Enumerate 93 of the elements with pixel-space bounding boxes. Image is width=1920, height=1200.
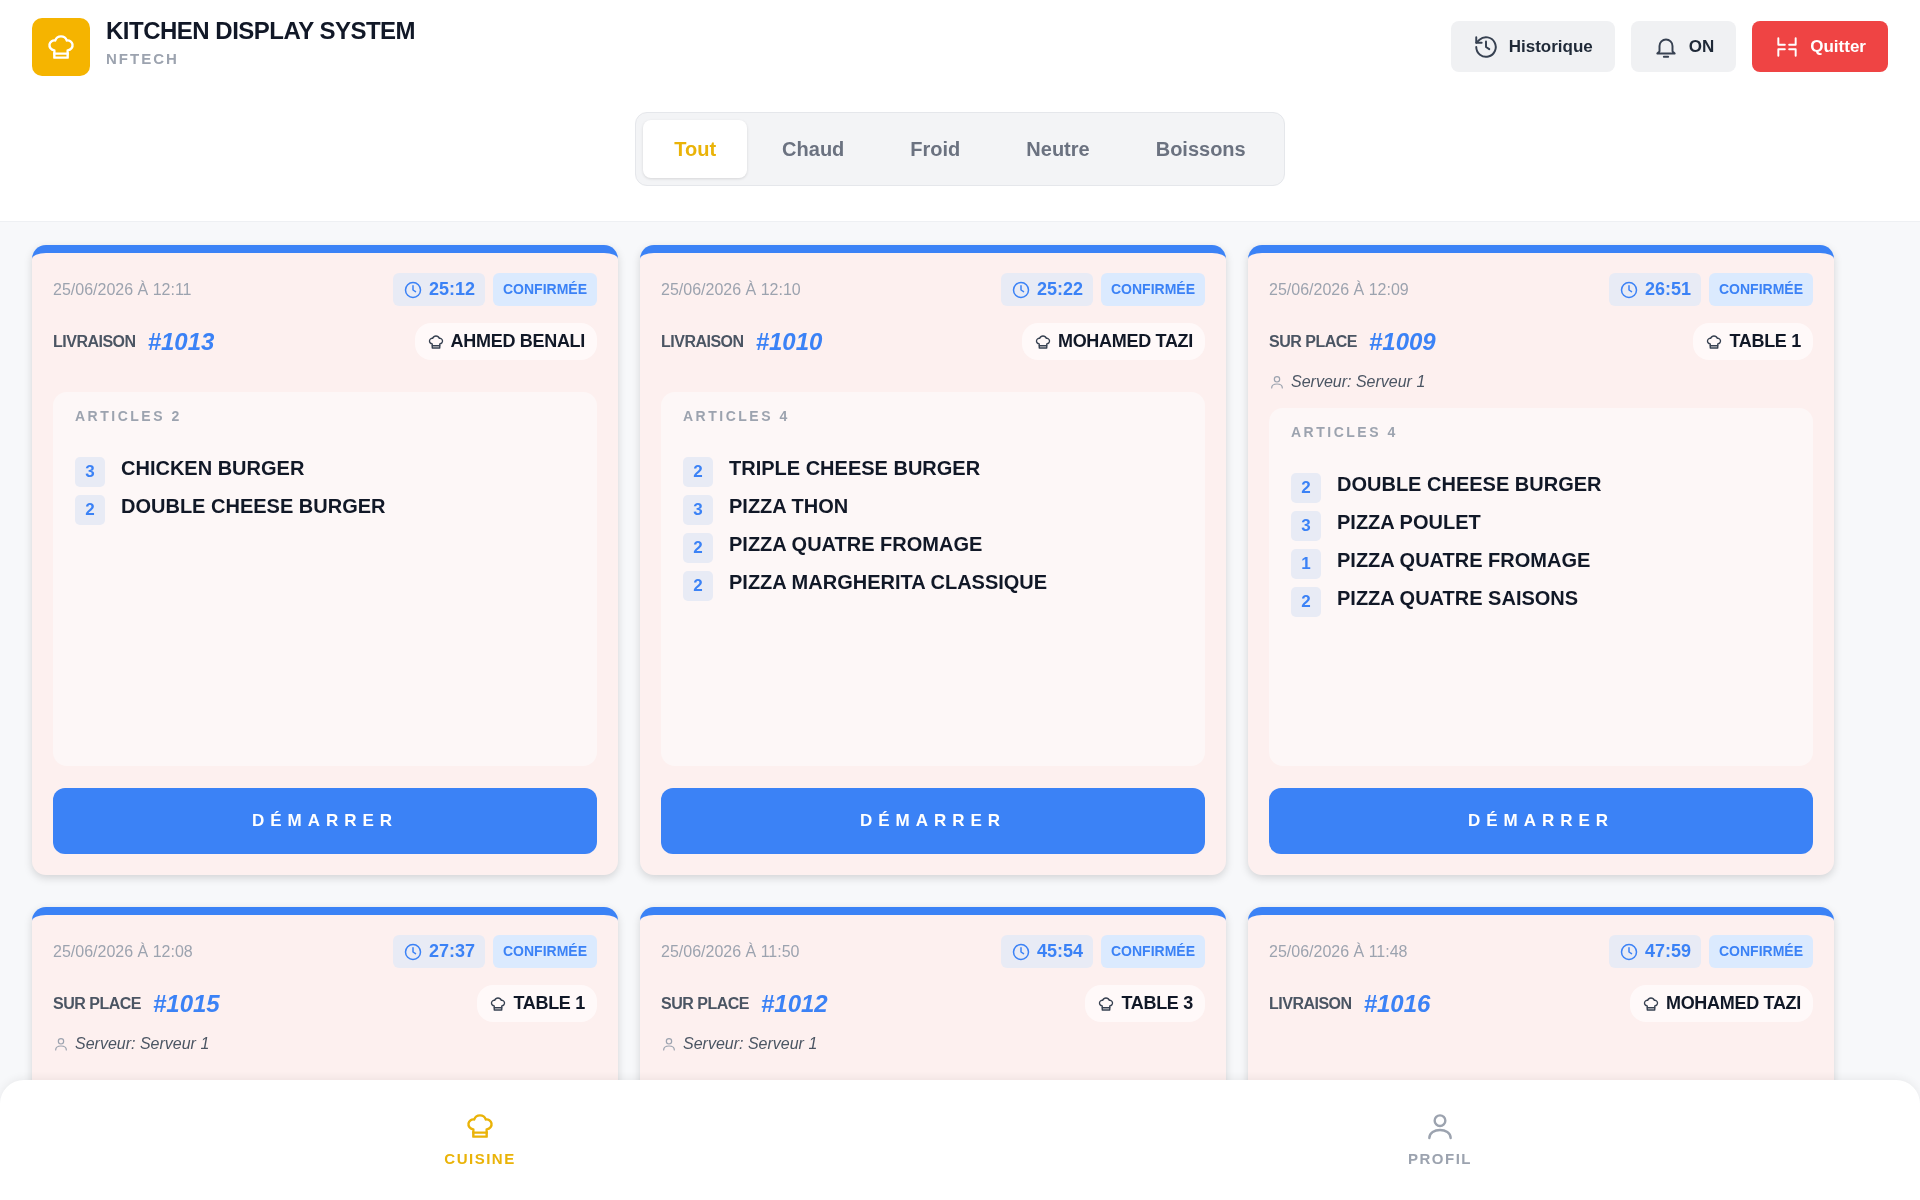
chef-hat-icon [1097, 994, 1116, 1013]
order-type: SUR PLACE [53, 993, 141, 1014]
history-button[interactable]: Historique [1450, 21, 1615, 72]
filter-tab[interactable]: Boissons [1124, 120, 1277, 178]
status-badge: CONFIRMÉE [1101, 935, 1205, 968]
item-name: PIZZA THON [729, 494, 849, 519]
elapsed-time: 25:22 [1000, 273, 1093, 306]
order-number: #1016 [1363, 988, 1431, 1019]
elapsed-time: 27:37 [392, 935, 485, 968]
clock-icon [1010, 279, 1031, 300]
articles-count: ARTICLES 2 [75, 407, 183, 426]
status-badge: CONFIRMÉE [493, 935, 597, 968]
order-datetime: 25/06/2026 À 12:11 [53, 279, 192, 300]
order-number: #1009 [1368, 326, 1436, 357]
chef-hat-icon [1033, 332, 1052, 351]
person-icon [53, 1036, 69, 1052]
customer-tag: TABLE 3 [1085, 985, 1205, 1022]
customer-tag: AHMED BENALI [414, 323, 597, 360]
customer-tag: TABLE 1 [1693, 323, 1813, 360]
server-name: Serveur: Serveur 1 [53, 1032, 597, 1056]
quantity-badge: 2 [1291, 587, 1321, 617]
chef-hat-icon [1641, 994, 1660, 1013]
history-icon [1472, 33, 1499, 60]
quantity-badge: 3 [1291, 511, 1321, 541]
order-type: SUR PLACE [661, 993, 749, 1014]
item-name: PIZZA POULET [1337, 510, 1481, 535]
item-name: DOUBLE CHEESE BURGER [121, 494, 386, 519]
order-number: #1012 [760, 988, 828, 1019]
filter-tab[interactable]: Tout [643, 120, 748, 178]
item-name: CHICKEN BURGER [121, 456, 305, 481]
server-name: Serveur: Serveur 1 [1269, 370, 1813, 394]
clock-icon [1010, 941, 1031, 962]
chef-hat-icon [489, 994, 508, 1013]
start-button[interactable]: DÉMARRER [661, 788, 1205, 854]
item-name: PIZZA QUATRE SAISONS [1337, 586, 1579, 611]
status-badge: CONFIRMÉE [1709, 273, 1813, 306]
elapsed-time: 45:54 [1000, 935, 1093, 968]
person-icon [661, 1036, 677, 1052]
order-number: #1010 [755, 326, 823, 357]
elapsed-time: 47:59 [1608, 935, 1701, 968]
customer-tag: MOHAMED TAZI [1629, 985, 1813, 1022]
notifications-button[interactable]: ON [1630, 21, 1737, 72]
item-name: PIZZA MARGHERITA CLASSIQUE [729, 570, 1048, 595]
item-name: PIZZA QUATRE FROMAGE [1337, 548, 1591, 573]
server-name: Serveur: Serveur 1 [661, 1032, 1205, 1056]
quit-button[interactable]: Quitter [1752, 21, 1888, 72]
order-type: LIVRAISON [661, 331, 744, 352]
filter-tab[interactable]: Chaud [751, 120, 876, 178]
clock-icon [1618, 941, 1639, 962]
app-subtitle: NFTECH [106, 49, 180, 70]
quantity-badge: 2 [1291, 473, 1321, 503]
elapsed-time: 26:51 [1608, 273, 1701, 306]
order-datetime: 25/06/2026 À 11:50 [661, 941, 800, 962]
order-type: LIVRAISON [1269, 993, 1352, 1014]
start-button[interactable]: DÉMARRER [53, 788, 597, 854]
filter-tab[interactable]: Neutre [995, 120, 1121, 178]
order-datetime: 25/06/2026 À 11:48 [1269, 941, 1408, 962]
app-title: KITCHEN DISPLAY SYSTEM [106, 18, 416, 45]
quantity-badge: 2 [683, 571, 713, 601]
customer-tag: MOHAMED TAZI [1021, 323, 1205, 360]
customer-tag: TABLE 1 [477, 985, 597, 1022]
quantity-badge: 3 [75, 457, 105, 487]
elapsed-time: 25:12 [392, 273, 485, 306]
filter-tab[interactable]: Froid [879, 120, 992, 178]
clock-icon [402, 941, 423, 962]
quantity-badge: 1 [1291, 549, 1321, 579]
articles-count: ARTICLES 4 [1291, 423, 1399, 442]
status-badge: CONFIRMÉE [1101, 273, 1205, 306]
status-badge: CONFIRMÉE [1709, 935, 1813, 968]
order-number: #1015 [152, 988, 220, 1019]
articles-count: ARTICLES 4 [683, 407, 791, 426]
person-icon [1269, 374, 1285, 390]
order-datetime: 25/06/2026 À 12:09 [1269, 279, 1409, 300]
item-name: TRIPLE CHEESE BURGER [729, 456, 981, 481]
quantity-badge: 3 [683, 495, 713, 525]
quantity-badge: 2 [683, 457, 713, 487]
chef-hat-icon [426, 332, 445, 351]
status-badge: CONFIRMÉE [493, 273, 597, 306]
nav-item[interactable]: PROFIL [1400, 1105, 1480, 1175]
clock-icon [1618, 279, 1639, 300]
order-datetime: 25/06/2026 À 12:10 [661, 279, 801, 300]
order-type: SUR PLACE [1269, 331, 1357, 352]
clock-icon [402, 279, 423, 300]
start-button[interactable]: DÉMARRER [1269, 788, 1813, 854]
quantity-badge: 2 [75, 495, 105, 525]
order-type: LIVRAISON [53, 331, 136, 352]
quantity-badge: 2 [683, 533, 713, 563]
item-name: PIZZA QUATRE FROMAGE [729, 532, 983, 557]
order-datetime: 25/06/2026 À 12:08 [53, 941, 193, 962]
chef-hat-icon [1705, 332, 1724, 351]
item-name: DOUBLE CHEESE BURGER [1337, 472, 1602, 497]
order-number: #1013 [147, 326, 215, 357]
nav-item[interactable]: CUISINE [436, 1105, 524, 1175]
